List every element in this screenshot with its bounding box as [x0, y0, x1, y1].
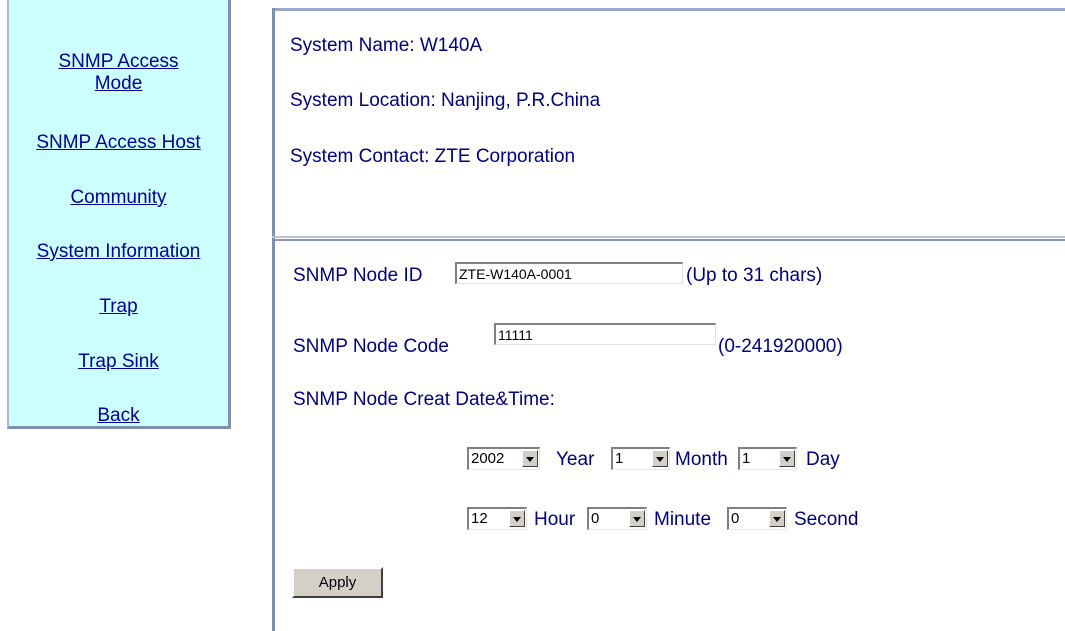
- frame-divider[interactable]: [272, 236, 1065, 241]
- bottom-frame-left-edge: [272, 239, 275, 631]
- nav-link-community[interactable]: Community: [9, 187, 228, 209]
- second-select[interactable]: 0: [727, 507, 787, 530]
- dropdown-arrow-icon[interactable]: [652, 450, 668, 467]
- day-label: Day: [806, 449, 840, 470]
- minute-label: Minute: [654, 509, 712, 530]
- second-label: Second: [794, 509, 859, 530]
- minute-select[interactable]: 0: [587, 507, 647, 530]
- system-contact: System Contact: ZTE Corporation: [290, 146, 576, 167]
- year-select[interactable]: 2002: [467, 447, 540, 470]
- nav-link-trap[interactable]: Trap: [9, 296, 228, 318]
- month-select[interactable]: 1: [611, 447, 670, 470]
- datetime-label: SNMP Node Creat Date&Time:: [293, 389, 555, 410]
- dropdown-arrow-icon[interactable]: [779, 450, 795, 467]
- top-frame-border: [272, 8, 1065, 11]
- year-label: Year: [556, 449, 595, 470]
- system-name: System Name: W140A: [290, 35, 483, 56]
- dropdown-arrow-icon[interactable]: [769, 510, 785, 527]
- month-value: 1: [615, 450, 624, 467]
- nav-link-label: SNMP Access: [58, 51, 179, 72]
- nav-link-label: Mode: [94, 73, 143, 94]
- minute-value: 0: [591, 510, 600, 527]
- node-code-input[interactable]: [494, 323, 716, 345]
- dropdown-arrow-icon[interactable]: [509, 510, 525, 527]
- node-code-hint: (0-241920000): [718, 336, 843, 357]
- dropdown-arrow-icon[interactable]: [522, 450, 538, 467]
- nav-link-snmp-access-host[interactable]: SNMP Access Host: [9, 132, 228, 154]
- node-id-input[interactable]: [455, 262, 683, 284]
- snmp-nav-panel: SNMP Access Mode SNMP Access Host Commun…: [7, 0, 231, 429]
- node-code-label: SNMP Node Code: [293, 336, 449, 357]
- node-id-label: SNMP Node ID: [293, 265, 423, 286]
- hour-select[interactable]: 12: [467, 507, 527, 530]
- nav-link-system-information[interactable]: System Information: [9, 241, 228, 263]
- year-value: 2002: [471, 450, 505, 467]
- nav-link-back[interactable]: Back: [9, 405, 228, 427]
- day-select[interactable]: 1: [738, 447, 797, 470]
- hour-value: 12: [471, 510, 488, 527]
- month-label: Month: [675, 449, 728, 470]
- dropdown-arrow-icon[interactable]: [629, 510, 645, 527]
- nav-link-trap-sink[interactable]: Trap Sink: [9, 351, 228, 373]
- nav-link-snmp-access-mode[interactable]: SNMP Access Mode: [9, 51, 228, 95]
- node-id-hint: (Up to 31 chars): [686, 265, 823, 286]
- apply-button[interactable]: Apply: [292, 567, 383, 598]
- hour-label: Hour: [534, 509, 576, 530]
- second-value: 0: [731, 510, 740, 527]
- top-frame-left-edge: [272, 8, 275, 239]
- system-location: System Location: Nanjing, P.R.China: [290, 90, 601, 111]
- day-value: 1: [742, 450, 751, 467]
